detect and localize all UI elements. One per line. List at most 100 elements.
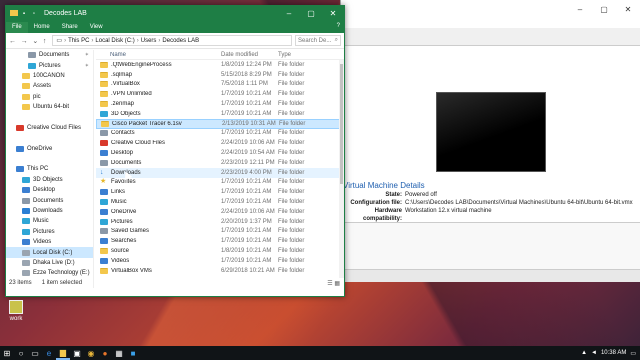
notifications-icon[interactable]: ▭ (630, 350, 636, 357)
minimize-icon[interactable]: – (568, 0, 592, 18)
column-date[interactable]: Date modified (221, 52, 278, 58)
file-row[interactable]: ★ Favorites 1/7/2019 10:21 AM File folder (96, 178, 344, 188)
chrome-icon[interactable]: ◉ (84, 346, 98, 360)
breadcrumb-local-disk[interactable]: Local Disk (C:) (95, 38, 134, 44)
pin-icon[interactable]: ✶ (85, 63, 89, 69)
file-type: File folder (278, 257, 305, 264)
file-row[interactable]: Videos 1/7/2019 10:21 AM File folder (96, 256, 344, 266)
file-row[interactable]: .QtWebEngineProcess 1/8/2019 12:24 PM File… (96, 60, 344, 70)
maximize-icon[interactable]: ▢ (300, 6, 322, 21)
file-row[interactable]: OneDrive 2/24/2019 10:06 AM File folder (96, 207, 344, 217)
desktop-icon-work[interactable]: work (5, 300, 27, 322)
sidebar-item[interactable]: Documents (6, 195, 93, 205)
volume-icon[interactable]: ◄ (591, 350, 597, 356)
file-row[interactable]: Creative Cloud Files 2/24/2019 10:06 AM Fi… (96, 138, 344, 148)
file-row[interactable]: Desktop 2/24/2019 10:54 AM File folder (96, 148, 344, 158)
clock[interactable]: 10:38 AM (601, 350, 626, 356)
new-folder-icon[interactable]: ▫ (30, 10, 38, 18)
start-icon[interactable]: ⊞ (0, 346, 14, 360)
pin-icon[interactable]: ✶ (85, 52, 89, 58)
file-row[interactable]: Searches 1/7/2019 10:21 AM File folder (96, 236, 344, 246)
folder-icon (100, 140, 108, 147)
sidebar-item[interactable]: This PC (6, 164, 93, 174)
folder-icon (100, 208, 108, 215)
forward-arrow-icon[interactable]: → (21, 38, 28, 45)
file-row[interactable]: Music 1/7/2019 10:21 AM File folder (96, 197, 344, 207)
file-name: .zenmap (111, 101, 135, 108)
file-row[interactable]: .sqlmap 5/15/2018 8:29 PM File folder (96, 70, 344, 80)
file-name: source (111, 248, 130, 255)
sidebar-item[interactable]: 100CANON (6, 71, 93, 81)
sidebar-item[interactable]: Pictures (6, 227, 93, 237)
sidebar-item[interactable]: pic (6, 92, 93, 102)
file-row[interactable]: Documents 2/23/2019 12:11 PM File folder (96, 158, 344, 168)
up-arrow-icon[interactable]: ↑ (43, 38, 47, 45)
sidebar-item[interactable]: Dhaka Live (D:) (6, 258, 93, 268)
sidebar-item[interactable]: Creative Cloud Files (6, 123, 93, 133)
sidebar-item[interactable]: Music (6, 216, 93, 226)
vm-preview-thumbnail[interactable] (436, 92, 546, 172)
vmware-taskbar-icon[interactable]: ▦ (112, 346, 126, 360)
tab-home[interactable]: Home (28, 22, 56, 33)
sidebar-item[interactable]: Assets (6, 81, 93, 91)
properties-icon[interactable]: ▪ (20, 10, 28, 18)
file-row[interactable]: source 1/8/2019 10:21 AM File folder (96, 246, 344, 256)
close-icon[interactable]: ✕ (616, 0, 640, 18)
explorer-titlebar[interactable]: ▪ ▫ Decodes LAB – ▢ ✕ (6, 6, 344, 21)
sidebar-item[interactable]: Pictures ✶ (6, 60, 93, 70)
vertical-scrollbar[interactable] (339, 60, 344, 278)
breadcrumb-users[interactable]: Users (141, 38, 157, 44)
task-view-icon[interactable]: ▭ (28, 346, 42, 360)
sidebar-item[interactable]: Desktop (6, 185, 93, 195)
close-icon[interactable]: ✕ (322, 6, 344, 21)
store-icon[interactable]: ▣ (70, 346, 84, 360)
vm-status-bar (341, 270, 640, 282)
edge-icon[interactable]: e (42, 346, 56, 360)
file-row[interactable]: Links 1/7/2019 10:21 AM File folder (96, 187, 344, 197)
file-row[interactable]: ↓ Downloads 2/23/2019 4:00 PM File folder (96, 167, 344, 178)
maximize-icon[interactable]: ▢ (592, 0, 616, 18)
address-bar[interactable]: ▭ › This PC › Local Disk (C:) › Users › … (52, 35, 292, 46)
firefox-icon[interactable]: ● (98, 346, 112, 360)
column-type[interactable]: Type (278, 52, 338, 58)
network-icon[interactable]: ▲ (581, 350, 587, 356)
help-icon[interactable]: ? (337, 23, 340, 29)
file-row[interactable]: .VPN Unlimited 1/7/2019 10:21 AM File fold… (96, 89, 344, 99)
sidebar-item[interactable]: Documents ✶ (6, 50, 93, 60)
sidebar-item[interactable]: Downloads (6, 206, 93, 216)
column-name[interactable]: Name (96, 52, 221, 58)
file-row[interactable]: Contacts 1/7/2019 10:21 AM File folder (96, 129, 344, 139)
file-explorer-taskbar-icon[interactable]: ▆ (56, 346, 70, 360)
tab-view[interactable]: View (84, 22, 109, 33)
back-arrow-icon[interactable]: ← (9, 38, 16, 45)
file-date: 1/8/2019 12:24 PM (221, 61, 272, 68)
file-row[interactable]: Pictures 2/20/2019 1:37 PM File folder (96, 217, 344, 227)
scrollbar-thumb[interactable] (340, 64, 343, 184)
photoshop-icon[interactable]: ■ (126, 346, 140, 360)
breadcrumb-decodes-lab[interactable]: Decodes LAB (162, 38, 199, 44)
file-row[interactable]: .VirtualBox 7/5/2018 1:11 PM File folder (96, 80, 344, 90)
sidebar-item[interactable]: Videos (6, 237, 93, 247)
vm-detail-row: Hardware compatibility: Workstation 12.x … (343, 207, 640, 222)
sidebar-item[interactable]: 3D Objects (6, 175, 93, 185)
sidebar-item[interactable]: Ubuntu 64-bit (6, 102, 93, 112)
breadcrumb-this-pc[interactable]: This PC (68, 38, 89, 44)
tab-file[interactable]: File (6, 22, 28, 33)
file-row[interactable]: Cisco Packet Tracer 6.1sv 2/13/2019 10:31… (96, 118, 344, 129)
minimize-icon[interactable]: – (278, 6, 300, 21)
sidebar-item[interactable]: Local Disk (C:) (6, 247, 93, 258)
search-icon[interactable]: ○ (14, 346, 28, 360)
search-input[interactable]: Search De... ⌕ (295, 35, 341, 46)
file-row[interactable]: .zenmap 1/7/2019 10:21 AM File folder (96, 99, 344, 109)
file-name-cell: Desktop (96, 150, 221, 157)
file-row[interactable]: VirtualBox VMs 6/29/2018 10:21 AM File fol… (96, 266, 344, 276)
view-toggle-icons[interactable]: ☰ ▦ (327, 280, 340, 287)
recent-dropdown-icon[interactable]: ⌄ (32, 38, 38, 45)
file-row[interactable]: Saved Games 1/7/2019 10:21 AM File folder (96, 227, 344, 237)
sidebar-item[interactable]: OneDrive (6, 144, 93, 154)
tab-share[interactable]: Share (56, 22, 84, 33)
vmware-titlebar: – ▢ ✕ (341, 0, 640, 28)
file-row[interactable]: 3D Objects 1/7/2019 10:21 AM File folder (96, 109, 344, 119)
file-date: 1/7/2019 10:21 AM (221, 189, 272, 196)
